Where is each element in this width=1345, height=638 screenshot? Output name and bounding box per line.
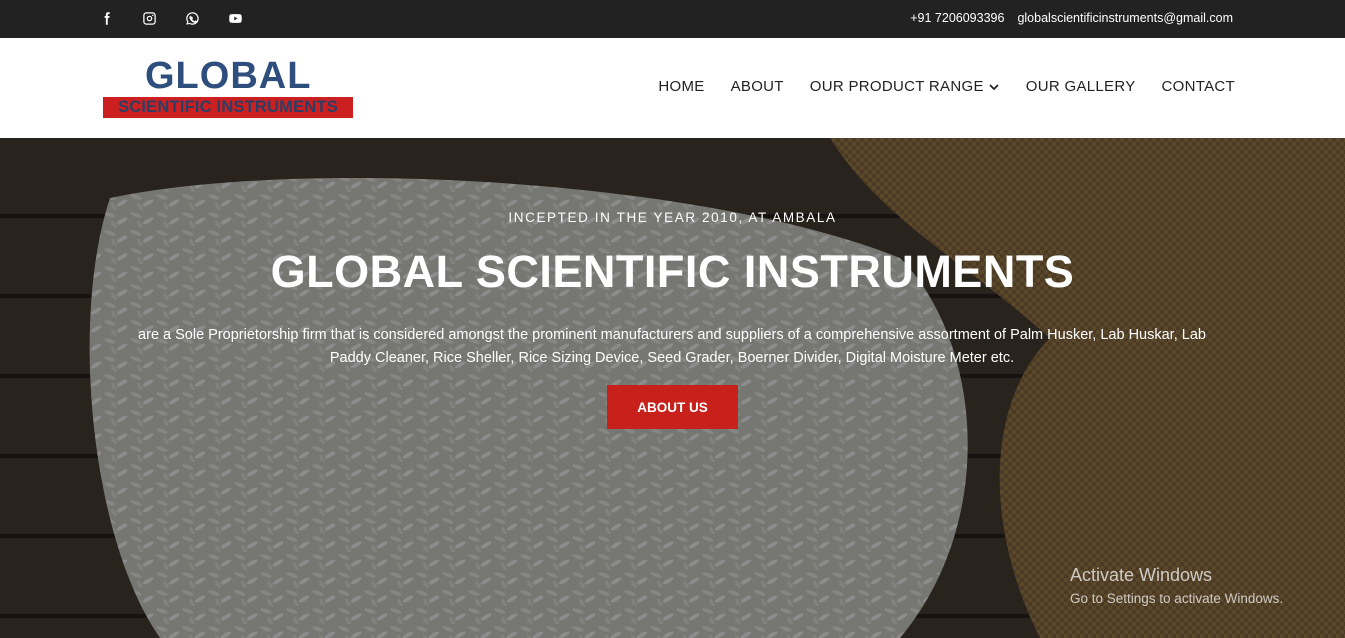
site-header: GLOBAL SCIENTIFIC INSTRUMENTS HOME ABOUT… (0, 38, 1345, 138)
watermark-subtitle: Go to Settings to activate Windows. (1070, 591, 1284, 606)
nav-item-label: HOME (658, 78, 705, 95)
windows-activation-watermark: Activate Windows Go to Settings to activ… (1070, 565, 1283, 606)
top-bar: +91 7206093396 globalscientificinstrumen… (0, 0, 1345, 38)
nav-item-product-range[interactable]: OUR PRODUCT RANGE (810, 78, 1000, 95)
nav-item-gallery[interactable]: OUR GALLERY (1026, 78, 1136, 95)
youtube-icon[interactable] (227, 10, 243, 26)
nav-item-label: OUR PRODUCT RANGE (809, 78, 984, 95)
phone-link[interactable]: +91 7206093396 (910, 11, 1004, 25)
nav-item-label: OUR GALLERY (1025, 78, 1136, 95)
email-link[interactable]: globalscientificinstruments@gmail.com (1017, 11, 1233, 25)
contact-info: +91 7206093396 globalscientificinstrumen… (910, 11, 1233, 25)
logo-line1: GLOBAL (145, 55, 312, 97)
site-logo[interactable]: GLOBAL SCIENTIFIC INSTRUMENTS (103, 56, 353, 119)
nav-item-about[interactable]: ABOUT (731, 78, 784, 95)
nav-item-label: CONTACT (1161, 78, 1235, 95)
nav-item-contact[interactable]: CONTACT (1162, 78, 1235, 95)
nav-item-home[interactable]: HOME (658, 78, 704, 95)
chevron-down-icon (989, 83, 999, 90)
hero-description: are a Sole Proprietorship firm that is c… (138, 327, 1206, 366)
hero-banner: INCEPTED IN THE YEAR 2010, AT AMBALA GLO… (0, 138, 1345, 638)
nav-item-label: ABOUT (730, 78, 784, 95)
whatsapp-icon[interactable] (184, 10, 200, 26)
hero-tagline: INCEPTED IN THE YEAR 2010, AT AMBALA (508, 210, 837, 225)
main-nav: HOME ABOUT OUR PRODUCT RANGE OUR GALLERY… (658, 78, 1235, 95)
instagram-icon[interactable] (141, 10, 157, 26)
hero-title: GLOBAL SCIENTIFIC INSTRUMENTS (270, 246, 1075, 297)
watermark-title: Activate Windows (1070, 565, 1213, 585)
about-us-button[interactable]: ABOUT US (607, 385, 738, 429)
logo-line2: SCIENTIFIC INSTRUMENTS (103, 97, 353, 118)
facebook-icon[interactable] (98, 10, 114, 26)
social-links (98, 10, 243, 26)
